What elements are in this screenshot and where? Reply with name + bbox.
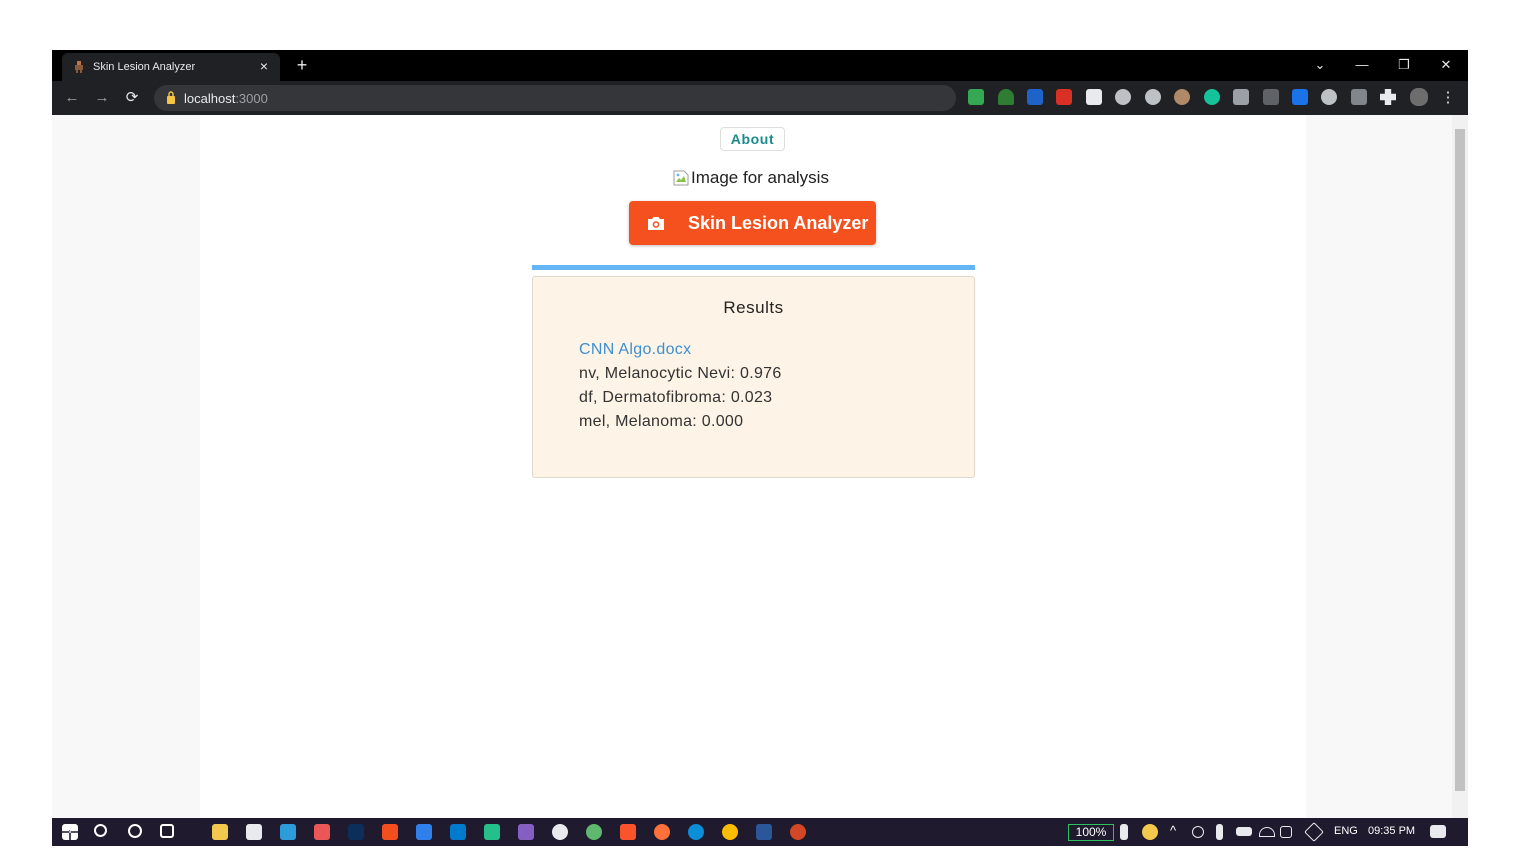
windows-start-icon[interactable] — [62, 824, 78, 840]
prediction-line: df, Dermatofibroma: 0.023 — [579, 389, 773, 406]
store-icon[interactable] — [246, 824, 262, 840]
language-indicator[interactable]: ENG — [1334, 825, 1358, 837]
meet-now-icon[interactable] — [1192, 826, 1204, 838]
visual-studio-icon[interactable] — [518, 824, 534, 840]
powerpoint-icon[interactable] — [790, 824, 806, 840]
wifi-icon[interactable] — [1259, 827, 1275, 837]
prediction-line: mel, Melanoma: 0.000 — [579, 413, 744, 430]
prediction-line: nv, Melanocytic Nevi: 0.976 — [579, 365, 782, 382]
extension-icon[interactable] — [1174, 89, 1190, 105]
forward-button[interactable]: → — [92, 88, 112, 108]
image-alt-text: Image for analysis — [691, 168, 829, 187]
windows-taskbar: 100% ^ ENG 09:35 PM — [52, 818, 1468, 846]
vscode-icon[interactable] — [450, 824, 466, 840]
notifications-icon[interactable] — [1430, 825, 1446, 838]
battery-indicator[interactable]: 100% — [1068, 824, 1114, 841]
chrome-icon[interactable] — [722, 824, 738, 840]
clock[interactable]: 09:35 PM — [1368, 825, 1415, 837]
back-button[interactable]: ← — [62, 88, 82, 108]
about-button[interactable]: About — [720, 127, 785, 151]
address-bar[interactable]: localhost:3000 — [154, 85, 956, 111]
tab-close-icon[interactable]: × — [256, 57, 272, 75]
analysis-image: Image for analysis — [672, 166, 829, 190]
extension-icon[interactable] — [1292, 89, 1308, 105]
reload-button[interactable]: ⟳ — [122, 88, 142, 108]
results-filename-link[interactable]: CNN Algo.docx — [579, 341, 691, 359]
extension-icon[interactable] — [968, 89, 984, 105]
new-tab-button[interactable]: + — [292, 54, 312, 76]
tab-strip: Skin Lesion Analyzer × + ⌄ — ❐ ✕ — [52, 50, 1468, 81]
volume-icon[interactable] — [1280, 826, 1292, 838]
figma-icon[interactable] — [382, 824, 398, 840]
camera-icon — [648, 217, 664, 230]
edge-icon[interactable] — [688, 824, 704, 840]
microphone-icon[interactable] — [1216, 824, 1223, 840]
show-hidden-icons-icon[interactable]: ^ — [1170, 823, 1176, 838]
app-icon[interactable] — [280, 824, 296, 840]
url-text: localhost:3000 — [184, 91, 268, 106]
extension-bulb-icon[interactable] — [1145, 89, 1161, 105]
pen-icon[interactable] — [1304, 822, 1324, 842]
tab-title: Skin Lesion Analyzer — [93, 61, 196, 73]
photoshop-icon[interactable] — [348, 824, 364, 840]
vertical-scrollbar[interactable] — [1452, 115, 1468, 818]
restore-button[interactable]: ❐ — [1391, 54, 1417, 76]
broken-image-icon — [673, 170, 689, 186]
night-light-icon[interactable] — [1142, 824, 1158, 840]
task-view-icon[interactable] — [160, 824, 174, 838]
extension-icon[interactable] — [1263, 89, 1279, 105]
extension-icon[interactable] — [1351, 89, 1367, 105]
extension-globe-icon[interactable] — [1115, 89, 1131, 105]
github-icon[interactable] — [552, 824, 568, 840]
file-explorer-icon[interactable] — [212, 824, 228, 840]
extension-shield-icon[interactable] — [998, 89, 1014, 105]
browser-toolbar: ← → ⟳ localhost:3000 ⋮ — [52, 81, 1468, 115]
grammarly-icon[interactable] — [1204, 89, 1220, 105]
results-title: Results — [723, 298, 784, 317]
browser-tab[interactable]: Skin Lesion Analyzer × — [62, 53, 280, 81]
analyzer-button-label: Skin Lesion Analyzer — [688, 212, 869, 233]
camera-extension-icon[interactable] — [1233, 89, 1249, 105]
battery-icon[interactable] — [1236, 827, 1252, 836]
page-viewport: About Image for analysis Skin Lesion Ana… — [52, 115, 1452, 818]
app-icon[interactable] — [586, 824, 602, 840]
power-plug-icon — [1120, 824, 1128, 840]
extension-icon[interactable] — [1027, 89, 1043, 105]
firefox-icon[interactable] — [654, 824, 670, 840]
results-card: Results CNN Algo.docx nv, Melanocytic Ne… — [532, 276, 975, 478]
todo-icon[interactable] — [416, 824, 432, 840]
extension-icon[interactable] — [1056, 89, 1072, 105]
word-icon[interactable] — [756, 824, 772, 840]
office-icon[interactable] — [314, 824, 330, 840]
extensions-puzzle-icon[interactable] — [1380, 89, 1396, 105]
cortana-icon[interactable] — [128, 824, 142, 838]
main-content: About Image for analysis Skin Lesion Ana… — [200, 115, 1306, 818]
site-info-icon[interactable] — [166, 91, 176, 104]
favicon-icon — [75, 61, 83, 73]
search-icon[interactable] — [94, 824, 107, 837]
brave-icon[interactable] — [620, 824, 636, 840]
screen: Skin Lesion Analyzer × + ⌄ — ❐ ✕ ← → ⟳ l… — [52, 50, 1468, 846]
vscode-insiders-icon[interactable] — [484, 824, 500, 840]
skin-lesion-analyzer-button[interactable]: Skin Lesion Analyzer — [629, 201, 876, 245]
tab-search-icon[interactable]: ⌄ — [1307, 54, 1333, 76]
extension-icon[interactable] — [1321, 89, 1337, 105]
scrollbar-thumb[interactable] — [1455, 129, 1465, 791]
close-window-button[interactable]: ✕ — [1433, 54, 1459, 76]
progress-bar — [532, 265, 975, 270]
minimize-button[interactable]: — — [1349, 54, 1375, 76]
profile-avatar[interactable] — [1410, 88, 1428, 106]
extension-icon[interactable] — [1086, 89, 1102, 105]
browser-menu-icon[interactable]: ⋮ — [1438, 88, 1458, 108]
